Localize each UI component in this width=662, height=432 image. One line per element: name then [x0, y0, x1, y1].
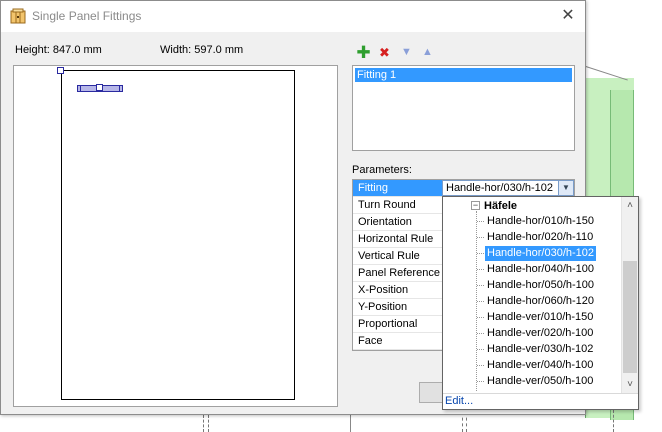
- tree-item[interactable]: Handle-hor/040/h-100: [485, 262, 596, 277]
- tree-branch-line: [477, 381, 484, 382]
- background-dashed-line: [466, 412, 467, 432]
- handle-center-marker[interactable]: [96, 84, 103, 91]
- fitting-tree: − Häfele Handle-hor/010/h-150 Handle-hor…: [443, 197, 623, 393]
- close-icon: ✕: [561, 7, 575, 24]
- chevron-down-icon[interactable]: ▼: [558, 181, 573, 195]
- param-row-vertical-rule[interactable]: Vertical Rule: [353, 248, 442, 265]
- reference-corner-marker[interactable]: [57, 67, 64, 74]
- param-row-y-position[interactable]: Y-Position: [353, 299, 442, 316]
- tree-branch-line: [477, 349, 484, 350]
- collapse-icon[interactable]: −: [471, 201, 480, 210]
- edit-link[interactable]: Edit...: [445, 395, 473, 407]
- param-row-face[interactable]: Face: [353, 333, 442, 350]
- scroll-up-icon[interactable]: ˄: [622, 197, 638, 214]
- tree-branch-line: [477, 237, 484, 238]
- tree-item[interactable]: Handle-ver/040/h-100: [485, 358, 595, 373]
- tree-item-selected[interactable]: Handle-hor/030/h-102: [485, 246, 597, 261]
- fitting-select[interactable]: Handle-hor/030/h-102 ▼: [442, 180, 574, 196]
- tree-branch-line: [477, 333, 484, 334]
- panel-outline: [61, 70, 295, 400]
- parameters-label: Parameters:: [352, 164, 412, 176]
- list-item[interactable]: Fitting 1: [355, 68, 572, 82]
- delete-fitting-button[interactable]: ✖: [377, 45, 392, 60]
- tree-branch-line: [477, 317, 484, 318]
- fittings-list[interactable]: Fitting 1: [352, 65, 575, 151]
- tree-item[interactable]: Handle-hor/060/h-120: [485, 294, 596, 309]
- tree-item[interactable]: Handle-hor/010/h-150: [485, 214, 596, 229]
- param-row-panel-reference[interactable]: Panel Reference: [353, 265, 442, 282]
- scroll-down-icon[interactable]: ˅: [622, 376, 638, 393]
- background-dashed-line: [203, 415, 204, 432]
- width-label: Width: 597.0 mm: [160, 44, 244, 56]
- param-row-proportional[interactable]: Proportional: [353, 316, 442, 333]
- tree-branch-line: [477, 253, 484, 254]
- tree-branch-line: [477, 269, 484, 270]
- tree-item[interactable]: Handle-ver/020/h-100: [485, 326, 595, 341]
- add-fitting-button[interactable]: ✚: [356, 43, 371, 62]
- param-row-x-position[interactable]: X-Position: [353, 282, 442, 299]
- background-dashed-line: [613, 410, 614, 432]
- title-bar[interactable]: Single Panel Fittings ✕: [1, 1, 585, 32]
- param-row-horizontal-rule[interactable]: Horizontal Rule: [353, 231, 442, 248]
- fitting-select-value: Handle-hor/030/h-102: [446, 182, 554, 194]
- dropdown-footer: Edit...: [443, 393, 638, 409]
- arrow-up-icon: ▲: [422, 46, 433, 58]
- panel-preview[interactable]: [13, 65, 338, 407]
- plus-icon: ✚: [356, 43, 371, 62]
- tree-branch-line: [477, 285, 484, 286]
- tree-branch-line: [477, 221, 484, 222]
- dropdown-scrollbar[interactable]: ˄ ˅: [621, 197, 638, 393]
- handle-end-mark: [119, 85, 120, 92]
- move-up-button[interactable]: ▲: [420, 45, 435, 60]
- background-edge-line: [350, 415, 351, 432]
- delete-icon: ✖: [379, 45, 390, 60]
- fitting-dropdown: − Häfele Handle-hor/010/h-150 Handle-hor…: [442, 196, 639, 410]
- scroll-thumb[interactable]: [623, 261, 637, 373]
- height-label: Height: 847.0 mm: [15, 44, 102, 56]
- tree-item[interactable]: Handle-hor/050/h-100: [485, 278, 596, 293]
- tree-branch-line: [477, 365, 484, 366]
- tree-item[interactable]: Handle-hor/020/h-110: [485, 230, 595, 245]
- fittings-app-icon: [10, 8, 26, 24]
- param-row-turn-round[interactable]: Turn Round: [353, 197, 442, 214]
- window-title: Single Panel Fittings: [32, 9, 142, 23]
- tree-branch-line: [477, 301, 484, 302]
- arrow-down-icon: ▼: [401, 46, 412, 58]
- move-down-button[interactable]: ▼: [399, 45, 414, 60]
- handle-end-mark: [80, 85, 81, 92]
- tree-item[interactable]: Handle-ver/030/h-102: [485, 342, 595, 357]
- background-dashed-line: [462, 412, 463, 432]
- tree-group-hafele[interactable]: Häfele: [484, 199, 517, 213]
- param-row-fitting[interactable]: Fitting: [353, 180, 442, 197]
- tree-item[interactable]: Handle-ver/050/h-100: [485, 374, 595, 389]
- close-button[interactable]: ✕: [551, 1, 585, 32]
- tree-item[interactable]: Handle-ver/010/h-150: [485, 310, 595, 325]
- background-dashed-line: [208, 415, 209, 432]
- param-row-orientation[interactable]: Orientation: [353, 214, 442, 231]
